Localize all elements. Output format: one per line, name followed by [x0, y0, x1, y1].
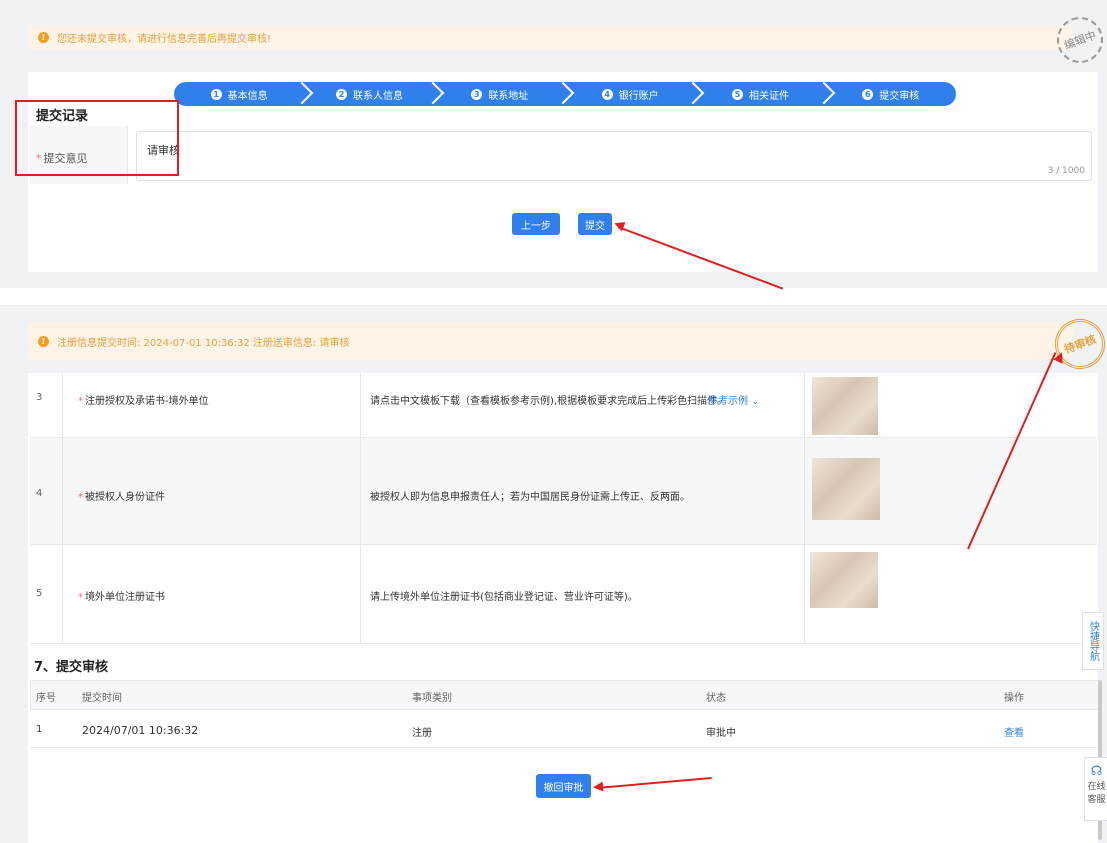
doc-name: * 境外单位注册证书: [78, 592, 165, 603]
prev-step-button[interactable]: 上一步: [512, 213, 560, 235]
doc-name: * 注册授权及承诺书-境外单位: [78, 396, 209, 407]
step-basic-info[interactable]: 1 基本信息: [174, 81, 314, 106]
doc-index: 4: [36, 488, 43, 499]
step-label: 联系人信息: [352, 90, 403, 102]
step-bar: 1 基本信息 2 联系人信息 3 联系地址 4 银行账户 5 相关证件 6 提交审核: [174, 81, 956, 106]
row-status: 审批中: [706, 728, 736, 739]
step-address[interactable]: 3 联系地址: [435, 81, 575, 106]
step-number: 3: [471, 88, 483, 100]
col-header-action: 操作: [1004, 693, 1024, 704]
col-divider: [62, 373, 63, 643]
quick-nav-label: 快捷导航: [1087, 621, 1099, 661]
doc-name: * 被授权人身份证件: [78, 492, 165, 503]
notice-banner: ! 您还未提交审核，请进行信息完善后再提交审核!: [28, 25, 1073, 50]
quick-nav-button[interactable]: 快捷导航: [1082, 612, 1104, 670]
col-divider: [804, 373, 805, 643]
notice-text: 您还未提交审核，请进行信息完善后再提交审核!: [57, 34, 272, 45]
submission-text: 注册信息提交时间: 2024-07-01 10:36:32 注册送审信息: 请审…: [57, 337, 350, 349]
row-category: 注册: [412, 728, 432, 739]
col-divider: [360, 373, 361, 643]
headset-icon: ☊: [1090, 764, 1103, 779]
opinion-textarea[interactable]: 请审核 3 / 1000: [136, 131, 1092, 181]
row-time: 2024/07/01 10:36:32: [82, 724, 199, 737]
annotation-arrow-head: [592, 781, 604, 793]
step-number: 4: [601, 88, 613, 100]
doc-index: 5: [36, 588, 43, 599]
step-label: 银行账户: [618, 90, 659, 102]
uploaded-image-thumbnail[interactable]: [810, 552, 878, 608]
row-divider: [30, 643, 1097, 644]
view-link[interactable]: 查看: [1004, 724, 1024, 739]
step-label: 联系地址: [488, 90, 529, 102]
col-header-time: 提交时间: [82, 693, 122, 704]
step-bank-account[interactable]: 4 银行账户: [565, 81, 705, 106]
col-header-index: 序号: [36, 693, 56, 704]
status-stamp-editing: 编辑中: [1050, 10, 1107, 70]
step-contact-info[interactable]: 2 联系人信息: [304, 81, 444, 106]
edit-panel: ! 您还未提交审核，请进行信息完善后再提交审核! 编辑中 1 基本信息 2 联系人信…: [0, 0, 1107, 290]
step-number: 2: [335, 88, 347, 100]
doc-desc: 被授权人即为信息申报责任人；若为中国居民身份证需上传正、反两面。: [370, 492, 690, 503]
withdraw-approval-button[interactable]: 撤回审批: [536, 774, 591, 798]
submission-banner: ! 注册信息提交时间: 2024-07-01 10:36:32 注册送审信息: …: [28, 322, 1073, 360]
step-documents[interactable]: 5 相关证件: [695, 81, 835, 106]
warning-icon: !: [38, 32, 49, 43]
doc-index: 3: [36, 392, 43, 403]
cs-label-1: 在线: [1087, 782, 1106, 792]
doc-name-text: 被授权人身份证件: [85, 492, 165, 503]
char-counter: 3 / 1000: [1047, 166, 1085, 176]
section-title: 7、提交审核: [34, 660, 109, 675]
row-index: 1: [36, 724, 43, 735]
annotation-highlight-box: [15, 100, 179, 176]
online-customer-service-button[interactable]: ☊ 在线 客服: [1084, 757, 1107, 821]
step-number: 5: [731, 88, 743, 100]
stamp-text: 待审核: [1062, 332, 1098, 357]
col-header-status: 状态: [706, 693, 726, 704]
review-panel: ! 注册信息提交时间: 2024-07-01 10:36:32 注册送审信息: …: [0, 305, 1107, 843]
step-submit-review[interactable]: 6 提交审核: [826, 82, 956, 106]
cs-label-2: 客服: [1087, 795, 1106, 805]
col-header-category: 事项类别: [412, 693, 452, 704]
row-divider: [30, 437, 1097, 438]
example-link[interactable]: 参考示例 ⌄: [708, 392, 760, 407]
review-table-header: [30, 680, 1099, 710]
warning-icon: !: [38, 335, 49, 347]
step-label: 基本信息: [227, 90, 268, 102]
example-link-text: 参考示例: [708, 396, 748, 407]
step-number: 6: [862, 88, 874, 100]
row-divider: [30, 544, 1097, 545]
submit-button[interactable]: 提交: [578, 213, 612, 235]
step-label: 提交审核: [879, 90, 920, 102]
uploaded-image-thumbnail[interactable]: [812, 458, 880, 520]
chevron-down-icon: ⌄: [751, 396, 760, 407]
step-label: 相关证件: [748, 90, 789, 102]
doc-name-text: 注册授权及承诺书-境外单位: [85, 396, 209, 407]
doc-desc: 请点击中文模板下载（查看模板参考示例),根据模板要求完成后上传彩色扫描件。: [370, 396, 728, 407]
step-number: 1: [210, 88, 222, 100]
uploaded-image-thumbnail[interactable]: [812, 377, 878, 435]
doc-name-text: 境外单位注册证书: [85, 592, 165, 603]
stamp-text: 编辑中: [1062, 28, 1098, 53]
doc-desc: 请上传境外单位注册证书(包括商业登记证、营业许可证等)。: [370, 592, 638, 603]
